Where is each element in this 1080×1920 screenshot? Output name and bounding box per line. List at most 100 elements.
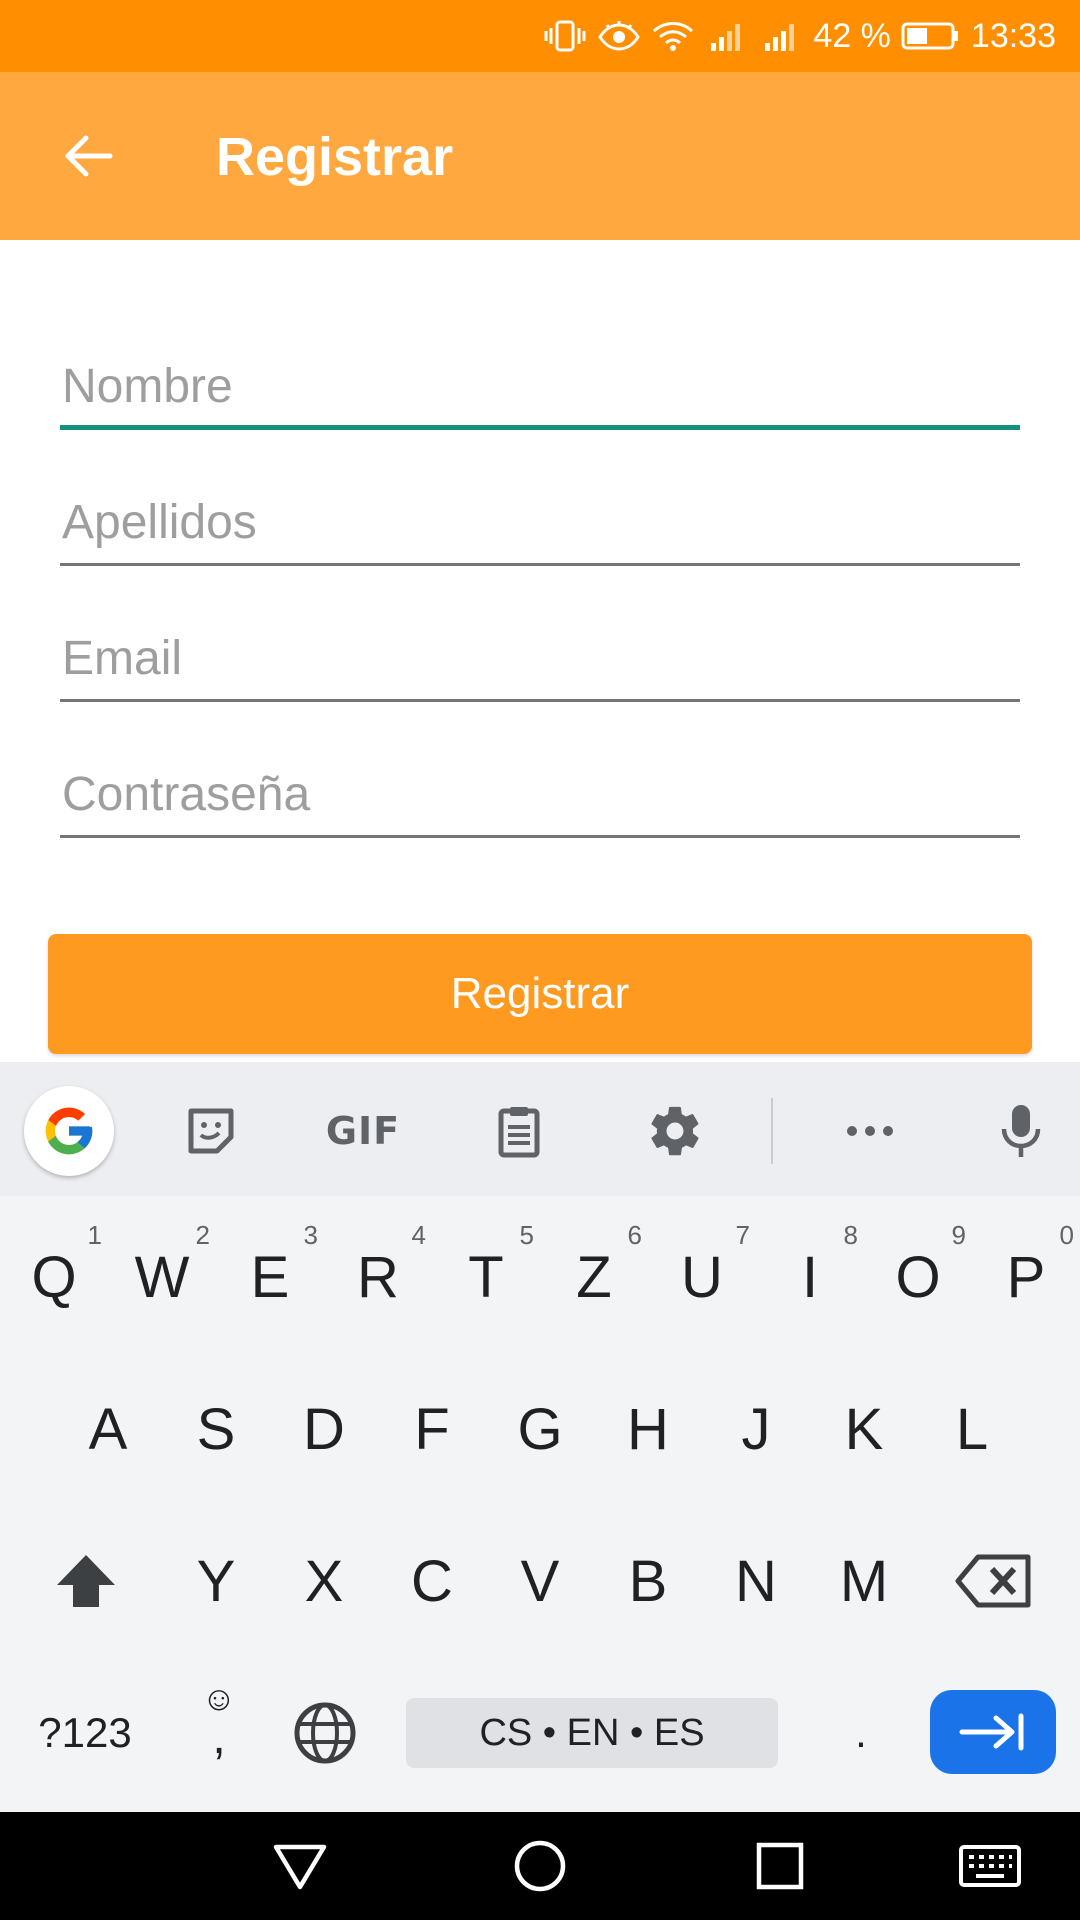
- back-triangle-icon[interactable]: [264, 1830, 336, 1902]
- page-title: Registrar: [216, 127, 454, 187]
- key-hint: 8: [843, 1220, 858, 1250]
- key-label: W: [134, 1244, 190, 1310]
- key-j[interactable]: J: [702, 1364, 810, 1494]
- navigation-bar: [0, 1812, 1080, 1920]
- key-d[interactable]: D: [270, 1364, 378, 1494]
- key-hint: 4: [411, 1220, 426, 1250]
- key-label: T: [468, 1244, 504, 1310]
- key-b[interactable]: B: [594, 1516, 702, 1646]
- keyboard: GIF Q1W2E3R4T5Z6U7I8O9P0 ASDFGHJKL YXCVB…: [0, 1062, 1080, 1812]
- key-x[interactable]: X: [270, 1516, 378, 1646]
- password-field[interactable]: [60, 758, 1020, 838]
- key-label: E: [250, 1244, 290, 1310]
- key-r[interactable]: R4: [324, 1212, 432, 1342]
- gif-icon[interactable]: GIF: [318, 1086, 408, 1176]
- sticker-icon[interactable]: [166, 1086, 256, 1176]
- space-key[interactable]: CS • EN • ES: [406, 1698, 778, 1768]
- key-c[interactable]: C: [378, 1516, 486, 1646]
- back-button[interactable]: [48, 116, 128, 196]
- email-field[interactable]: [60, 622, 1020, 702]
- key-h[interactable]: H: [594, 1364, 702, 1494]
- name-field[interactable]: [60, 350, 1020, 430]
- key-s[interactable]: S: [162, 1364, 270, 1494]
- key-label: U: [681, 1244, 723, 1310]
- key-hint: 3: [303, 1220, 318, 1250]
- comma-key[interactable]: ☺ ,: [174, 1678, 264, 1788]
- surname-input[interactable]: [60, 486, 1020, 558]
- battery-icon: [901, 19, 961, 53]
- battery-percent: 42 %: [813, 16, 891, 55]
- next-arrow-icon: [959, 1713, 1024, 1751]
- enter-key[interactable]: [930, 1690, 1056, 1774]
- more-icon[interactable]: [825, 1086, 915, 1176]
- key-u[interactable]: U7: [648, 1212, 756, 1342]
- mic-icon[interactable]: [976, 1086, 1066, 1176]
- arrow-back-icon: [65, 135, 113, 177]
- key-hint: 9: [951, 1220, 966, 1250]
- key-y[interactable]: Y: [162, 1516, 270, 1646]
- language-key[interactable]: [280, 1688, 370, 1778]
- clipboard-icon[interactable]: [474, 1086, 564, 1176]
- name-underline: [60, 425, 1020, 430]
- status-icons: 42 % 13:33: [543, 0, 1056, 72]
- key-k[interactable]: K: [810, 1364, 918, 1494]
- password-input[interactable]: [60, 758, 1020, 830]
- status-bar: 42 % 13:33: [0, 0, 1080, 72]
- app-bar: Registrar: [0, 72, 1080, 240]
- shift-icon: [57, 1555, 115, 1607]
- key-z[interactable]: Z6: [540, 1212, 648, 1342]
- signal-icon: [759, 19, 803, 53]
- key-label: O: [895, 1244, 941, 1310]
- key-label: I: [801, 1244, 819, 1310]
- name-input[interactable]: [60, 350, 1020, 422]
- key-g[interactable]: G: [486, 1364, 594, 1494]
- key-hint: 6: [627, 1220, 642, 1250]
- period-key[interactable]: .: [816, 1688, 906, 1778]
- key-a[interactable]: A: [54, 1364, 162, 1494]
- key-n[interactable]: N: [702, 1516, 810, 1646]
- key-hint: 2: [195, 1220, 210, 1250]
- surname-underline: [60, 563, 1020, 566]
- keyboard-icon[interactable]: [954, 1830, 1026, 1902]
- key-hint: 7: [735, 1220, 750, 1250]
- key-p[interactable]: P0: [972, 1212, 1080, 1342]
- shift-key[interactable]: [40, 1516, 132, 1646]
- toolbar-divider: [771, 1098, 773, 1164]
- keyboard-row-3: YXCVBNM: [0, 1516, 1080, 1646]
- wifi-icon: [651, 19, 695, 53]
- key-hint: 0: [1059, 1220, 1074, 1250]
- email-input[interactable]: [60, 622, 1020, 694]
- key-v[interactable]: V: [486, 1516, 594, 1646]
- recents-square-icon[interactable]: [744, 1830, 816, 1902]
- surname-field[interactable]: [60, 486, 1020, 566]
- key-label: R: [357, 1244, 399, 1310]
- signal-icon: [705, 19, 749, 53]
- key-i[interactable]: I8: [756, 1212, 864, 1342]
- key-t[interactable]: T5: [432, 1212, 540, 1342]
- email-underline: [60, 699, 1020, 702]
- keyboard-row-2: ASDFGHJKL: [0, 1364, 1080, 1494]
- keyboard-toolbar: GIF: [0, 1062, 1080, 1196]
- globe-icon: [294, 1702, 356, 1764]
- symbols-key[interactable]: ?123: [20, 1688, 150, 1778]
- key-m[interactable]: M: [810, 1516, 918, 1646]
- home-circle-icon[interactable]: [504, 1830, 576, 1902]
- key-label: Z: [576, 1244, 612, 1310]
- key-label: Q: [31, 1244, 77, 1310]
- clock: 13:33: [970, 16, 1056, 55]
- key-w[interactable]: W2: [108, 1212, 216, 1342]
- comma-label: ,: [212, 1711, 226, 1764]
- key-f[interactable]: F: [378, 1364, 486, 1494]
- vibrate-icon: [543, 19, 587, 53]
- key-l[interactable]: L: [918, 1364, 1026, 1494]
- key-hint: 1: [87, 1220, 102, 1250]
- gear-icon[interactable]: [630, 1086, 720, 1176]
- key-q[interactable]: Q1: [0, 1212, 108, 1342]
- key-o[interactable]: O9: [864, 1212, 972, 1342]
- key-e[interactable]: E3: [216, 1212, 324, 1342]
- gif-label: GIF: [325, 1109, 401, 1153]
- google-icon[interactable]: [24, 1086, 114, 1176]
- backspace-key[interactable]: [948, 1516, 1040, 1646]
- register-button[interactable]: Registrar: [48, 934, 1032, 1054]
- password-underline: [60, 835, 1020, 838]
